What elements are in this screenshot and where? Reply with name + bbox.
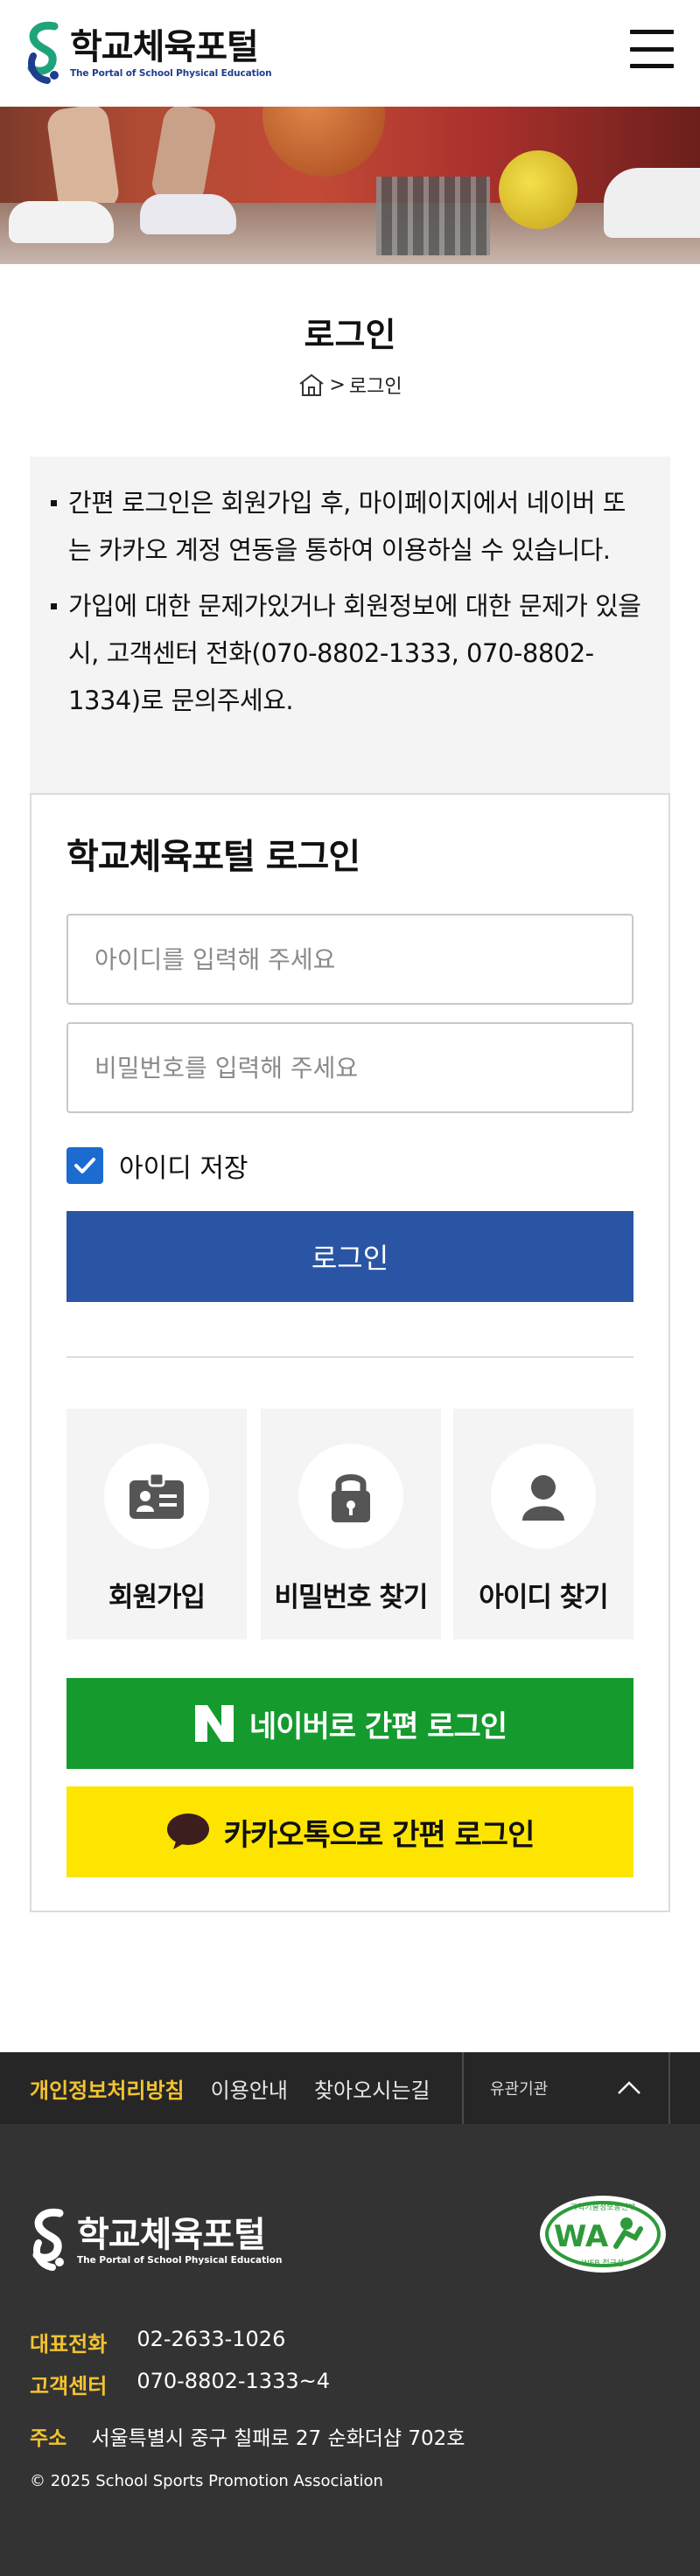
login-button[interactable]: 로그인 [66,1211,634,1302]
footer-phone: 대표전화 02-2633-1026 [30,2327,285,2357]
naver-login-button[interactable]: 네이버로 간편 로그인 [66,1678,634,1769]
chevron-right-icon: > [329,373,346,396]
address-label: 주소 [30,2427,67,2450]
divider [66,1356,634,1358]
usage-guide-link[interactable]: 이용안내 [211,2073,288,2104]
kakao-login-button[interactable]: 카카오톡으로 간편 로그인 [66,1786,634,1877]
footer-nav: 개인정보처리방침 이용안내 찾아오시는길 유관기관 [0,2052,700,2124]
site-logo[interactable]: 학교체육포털 The Portal of School Physical Edu… [24,21,278,86]
breadcrumb: > 로그인 [0,371,700,399]
signup-label: 회원가입 [108,1582,206,1613]
signup-card[interactable]: 회원가입 [66,1409,247,1640]
footer-logo: 학교체육포털 The Portal of School Physical Edu… [30,2208,282,2273]
wa-badge-mark-text: WA [554,2219,609,2254]
username-input[interactable] [66,914,634,1005]
logo-subtitle: The Portal of School Physical Education [70,68,272,79]
kakao-login-label: 카카오톡으로 간편 로그인 [223,1817,536,1853]
chevron-up-icon [618,2081,640,2094]
phone-label: 대표전화 [30,2332,108,2357]
naver-login-label: 네이버로 간편 로그인 [248,1709,508,1744]
user-icon [522,1475,564,1521]
customer-center-value: 070-8802-1333~4 [136,2369,330,2393]
logo-title: 학교체육포털 [70,27,259,67]
phone-value: 02-2633-1026 [136,2327,286,2351]
kakao-speech-bubble-icon [166,1814,209,1849]
footer-customer-center: 고객센터 070-8802-1333~4 [30,2369,330,2399]
footer-address: 주소 서울특별시 중구 칠패로 27 순화더샵 702호 [30,2421,465,2451]
checkmark-icon [74,1158,95,1173]
save-id-checkbox[interactable] [66,1147,103,1184]
related-sites-dropdown[interactable]: 유관기관 [462,2052,670,2124]
footer-logo-subtitle: The Portal of School Physical Education [77,2255,283,2266]
customer-center-label: 고객센터 [30,2374,108,2398]
id-card-icon [130,1472,184,1519]
web-accessibility-badge-icon: 과학기술정보통신부 WA WEB 접근성 [540,2196,666,2273]
find-password-card[interactable]: 비밀번호 찾기 [261,1409,441,1640]
notice-item: 간편 로그인은 회원가입 후, 마이페이지에서 네이버 또는 카카오 계정 연동… [51,479,646,574]
hamburger-menu-icon[interactable] [630,30,674,68]
address-value: 서울특별시 중구 칠패로 27 순화더샵 702호 [91,2427,466,2450]
find-password-label: 비밀번호 찾기 [274,1582,429,1613]
directions-link[interactable]: 찾아오시는길 [314,2073,430,2104]
privacy-policy-link[interactable]: 개인정보처리방침 [30,2073,185,2104]
naver-logo-icon [194,1705,234,1742]
related-sites-label: 유관기관 [490,2080,549,2099]
lock-icon [332,1474,370,1522]
copyright: © 2025 School Sports Promotion Associati… [30,2472,383,2490]
logo-mark-icon [27,21,59,84]
find-id-card[interactable]: 아이디 찾기 [453,1409,634,1640]
find-id-label: 아이디 찾기 [479,1582,608,1613]
breadcrumb-current: 로그인 [348,376,402,398]
site-header: 학교체육포털 The Portal of School Physical Edu… [0,0,700,107]
login-notice: 간편 로그인은 회원가입 후, 마이페이지에서 네이버 또는 카카오 계정 연동… [30,456,670,794]
home-icon[interactable] [298,372,326,397]
hero-banner-image [0,107,700,264]
page-title: 로그인 [304,316,396,354]
footer-logo-title: 학교체육포털 [77,2215,266,2255]
footer-logo-mark-icon [32,2208,64,2271]
login-panel: 학교체육포털 로그인 아이디 저장 로그인 회원가입 [30,793,670,1912]
wa-badge-bottom-text: WEB 접근성 [582,2258,624,2268]
wa-badge-top-text: 과학기술정보통신부 [570,2203,636,2212]
save-id-label: 아이디 저장 [119,1153,248,1184]
notice-item: 가입에 대한 문제가있거나 회원정보에 대한 문제가 있을 시, 고객센터 전화… [51,582,646,724]
save-id-row[interactable]: 아이디 저장 [66,1146,248,1185]
login-heading: 학교체육포털 로그인 [66,837,360,877]
site-footer: 학교체육포털 The Portal of School Physical Edu… [0,2124,700,2576]
password-input[interactable] [66,1022,634,1113]
